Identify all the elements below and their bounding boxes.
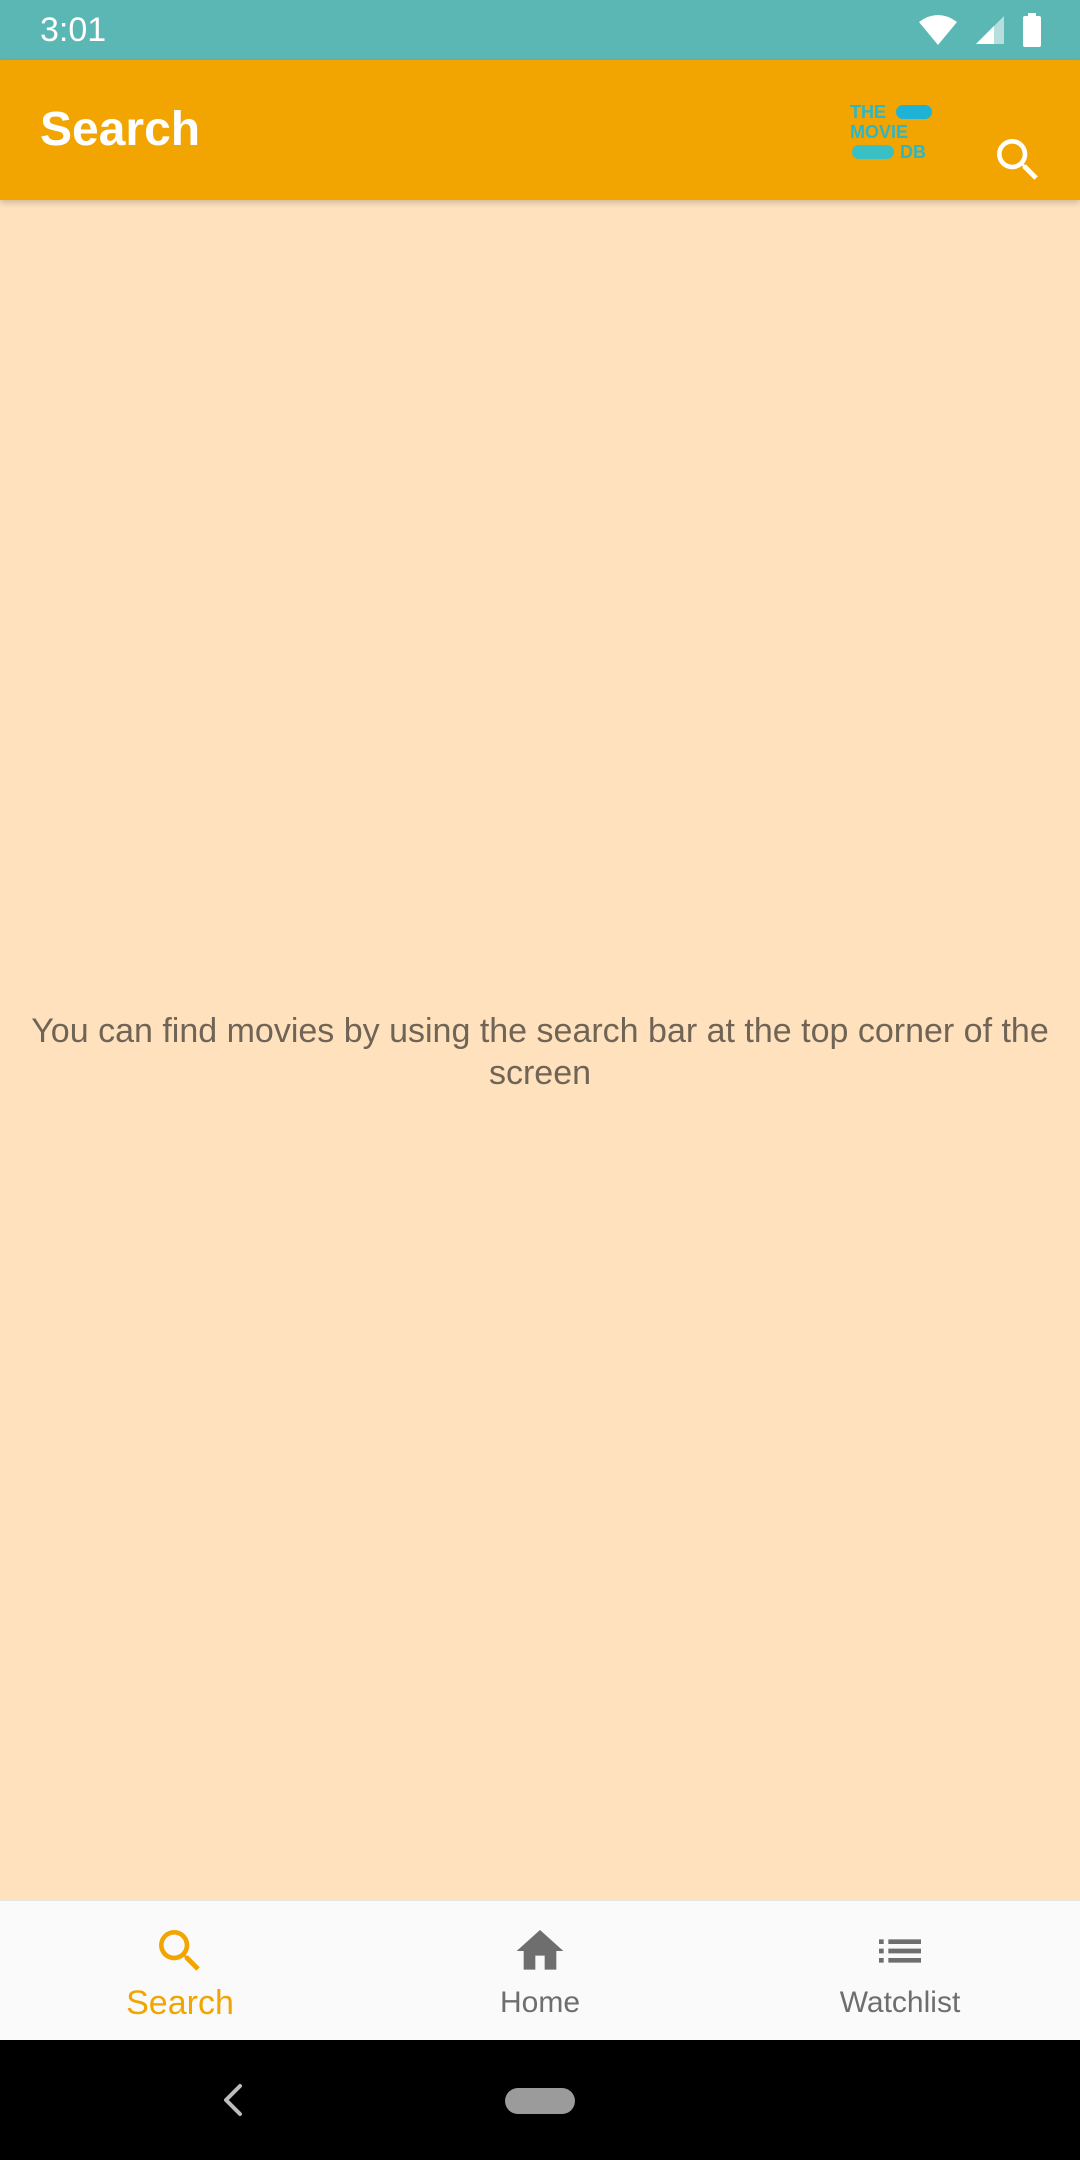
nav-item-label: Watchlist (839, 1986, 961, 2019)
home-icon (516, 1930, 564, 1970)
status-icons (918, 12, 1042, 48)
battery-icon (1023, 13, 1041, 47)
nav-item-label: Home (499, 1986, 581, 2019)
bottom-navigation: Search Home Watchlist (0, 1900, 1080, 2041)
nav-item-watchlist[interactable]: Watchlist (720, 1901, 1080, 2041)
nav-item-label: Search (126, 1984, 234, 2022)
signal-icon (976, 16, 1004, 44)
wifi-icon (919, 15, 957, 45)
tmdb-logo-line-2: MOVIE (850, 122, 908, 142)
tmdb-logo-line-1: THE (850, 102, 886, 122)
status-bar: 3:01 (0, 0, 1080, 60)
back-chevron-icon[interactable] (218, 2080, 248, 2120)
empty-state-message: You can find movies by using the search … (31, 1012, 1049, 1092)
app-bar: Search THE MOVIE DB (0, 60, 1080, 200)
nav-item-home[interactable]: Home (360, 1901, 720, 2041)
screen: 3:01 Search THE MOVIE DB You can find mo… (0, 0, 1080, 2160)
tmdb-logo: THE MOVIE DB (850, 102, 932, 162)
home-pill[interactable] (505, 2088, 575, 2114)
status-time: 3:01 (40, 11, 107, 49)
tmdb-logo-line-3: DB (900, 142, 926, 162)
list-icon (879, 1939, 921, 1963)
page-title: Search (40, 103, 201, 156)
system-navigation-bar (0, 2040, 1080, 2160)
nav-item-search[interactable]: Search (0, 1901, 360, 2041)
search-icon (159, 1930, 200, 1971)
search-icon[interactable] (990, 132, 1046, 188)
